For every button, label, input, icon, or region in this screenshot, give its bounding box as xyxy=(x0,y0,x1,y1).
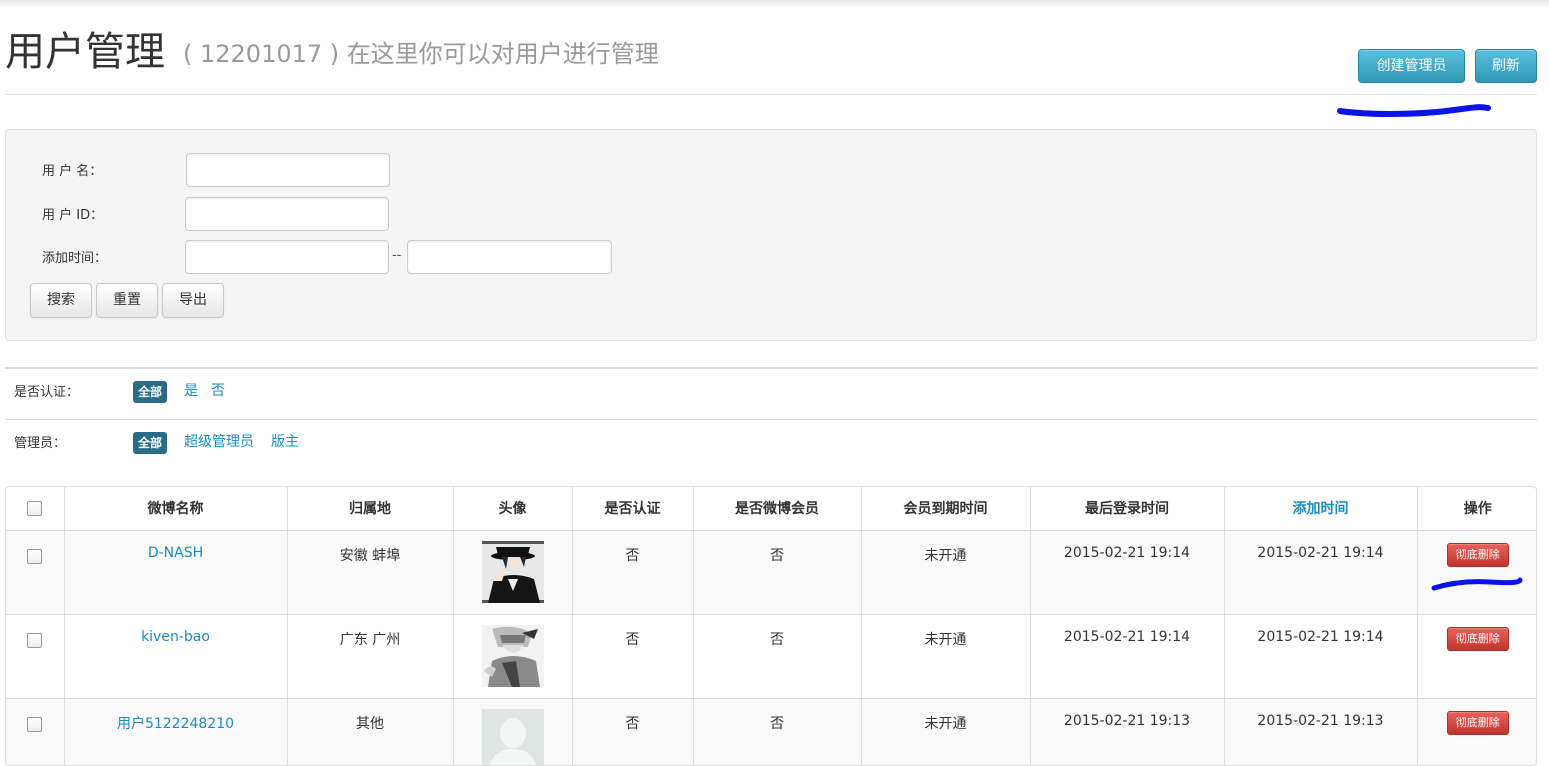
user-member-expire: 未开通 xyxy=(861,698,1030,766)
table-row: D-NASH 安徽 蚌埠 xyxy=(6,530,1537,614)
header-select-all[interactable] xyxy=(6,487,64,530)
delete-button[interactable]: 彻底删除 xyxy=(1447,711,1509,735)
row-checkbox[interactable] xyxy=(27,633,42,648)
refresh-button[interactable]: 刷新 xyxy=(1475,49,1537,83)
page-header: 用户管理 ( 12201017 ) 在这里你可以对用户进行管理 创建管理员 刷新 xyxy=(5,22,1537,95)
filter-verified-label: 是否认证： xyxy=(14,381,79,400)
table-header-row: 微博名称 归属地 头像 是否认证 是否微博会员 会员到期时间 最后登录时间 添加… xyxy=(6,487,1537,530)
header-added-time[interactable]: 添加时间 xyxy=(1224,487,1417,530)
user-name-link[interactable]: D-NASH xyxy=(148,545,203,561)
user-member-expire: 未开通 xyxy=(861,530,1030,614)
filter-verified-all[interactable]: 全部 xyxy=(133,381,167,403)
header-weibo-name: 微博名称 xyxy=(64,487,287,530)
header-member-expire: 会员到期时间 xyxy=(861,487,1030,530)
addtime-to-input[interactable] xyxy=(407,240,612,274)
top-shadow xyxy=(0,0,1549,8)
filter-admin-all[interactable]: 全部 xyxy=(133,432,167,454)
annotation-underline-delete xyxy=(1430,574,1526,594)
user-location: 其他 xyxy=(287,698,453,766)
avatar-sketch-boy-image xyxy=(482,625,544,687)
select-all-checkbox[interactable] xyxy=(27,501,42,516)
header-location: 归属地 xyxy=(287,487,453,530)
table-row: kiven-bao 广东 广州 xyxy=(6,614,1537,698)
sort-added-time-link[interactable]: 添加时间 xyxy=(1293,501,1349,517)
filter-verified-no[interactable]: 否 xyxy=(211,381,225,401)
user-added-time: 2015-02-21 19:14 xyxy=(1224,614,1417,698)
userid-label: 用 户 ID： xyxy=(42,204,103,223)
search-button[interactable]: 搜索 xyxy=(30,283,92,318)
avatar-anime-hat-image xyxy=(482,541,544,603)
user-verified: 否 xyxy=(572,530,693,614)
page-title: 用户管理 xyxy=(5,28,165,76)
filter-admin-moderator[interactable]: 版主 xyxy=(271,432,299,452)
username-label: 用 户 名： xyxy=(42,160,102,179)
user-verified: 否 xyxy=(572,698,693,766)
user-added-time: 2015-02-21 19:13 xyxy=(1224,698,1417,766)
delete-button[interactable]: 彻底删除 xyxy=(1447,627,1509,651)
annotation-underline-header xyxy=(1336,100,1496,122)
user-name-link[interactable]: 用户5122248210 xyxy=(117,716,234,732)
filter-verified-yes[interactable]: 是 xyxy=(184,381,198,401)
filter-admin-label: 管理员： xyxy=(14,432,66,451)
range-separator: -- xyxy=(392,248,401,263)
search-panel: 用 户 名： 用 户 ID： 添加时间： -- 搜索 重置 导出 xyxy=(5,129,1537,341)
addtime-label: 添加时间： xyxy=(42,247,107,266)
user-location: 安徽 蚌埠 xyxy=(287,530,453,614)
page-subtitle: ( 12201017 ) 在这里你可以对用户进行管理 xyxy=(183,38,659,70)
addtime-from-input[interactable] xyxy=(185,240,389,274)
user-member-expire: 未开通 xyxy=(861,614,1030,698)
username-input[interactable] xyxy=(186,153,390,187)
user-last-login: 2015-02-21 19:14 xyxy=(1030,614,1224,698)
avatar-default-silhouette-image xyxy=(482,709,544,766)
table-row: 用户5122248210 其他 否 否 未开通 2015-02-21 19:13 xyxy=(6,698,1537,766)
row-checkbox[interactable] xyxy=(27,549,42,564)
user-name-link[interactable]: kiven-bao xyxy=(141,629,210,645)
user-table: 微博名称 归属地 头像 是否认证 是否微博会员 会员到期时间 最后登录时间 添加… xyxy=(6,487,1537,766)
header-avatar: 头像 xyxy=(453,487,572,530)
filter-admin: 管理员： 全部 超级管理员 版主 xyxy=(5,419,1537,469)
user-last-login: 2015-02-21 19:14 xyxy=(1030,530,1224,614)
reset-button[interactable]: 重置 xyxy=(96,283,158,318)
user-added-time: 2015-02-21 19:14 xyxy=(1224,530,1417,614)
header-verified: 是否认证 xyxy=(572,487,693,530)
user-table-container: 微博名称 归属地 头像 是否认证 是否微博会员 会员到期时间 最后登录时间 添加… xyxy=(5,486,1537,766)
user-verified: 否 xyxy=(572,614,693,698)
header-weibo-member: 是否微博会员 xyxy=(693,487,861,530)
user-weibo-member: 否 xyxy=(693,614,861,698)
user-weibo-member: 否 xyxy=(693,530,861,614)
user-location: 广东 广州 xyxy=(287,614,453,698)
header-last-login: 最后登录时间 xyxy=(1030,487,1224,530)
delete-button[interactable]: 彻底删除 xyxy=(1447,543,1509,567)
row-checkbox[interactable] xyxy=(27,717,42,732)
userid-input[interactable] xyxy=(185,197,389,231)
filter-verified: 是否认证： 全部 是 否 xyxy=(5,367,1537,417)
create-admin-button[interactable]: 创建管理员 xyxy=(1358,49,1465,83)
filter-admin-super[interactable]: 超级管理员 xyxy=(184,432,254,452)
header-actions: 操作 xyxy=(1417,487,1537,530)
user-weibo-member: 否 xyxy=(693,698,861,766)
user-last-login: 2015-02-21 19:13 xyxy=(1030,698,1224,766)
export-button[interactable]: 导出 xyxy=(162,283,224,318)
